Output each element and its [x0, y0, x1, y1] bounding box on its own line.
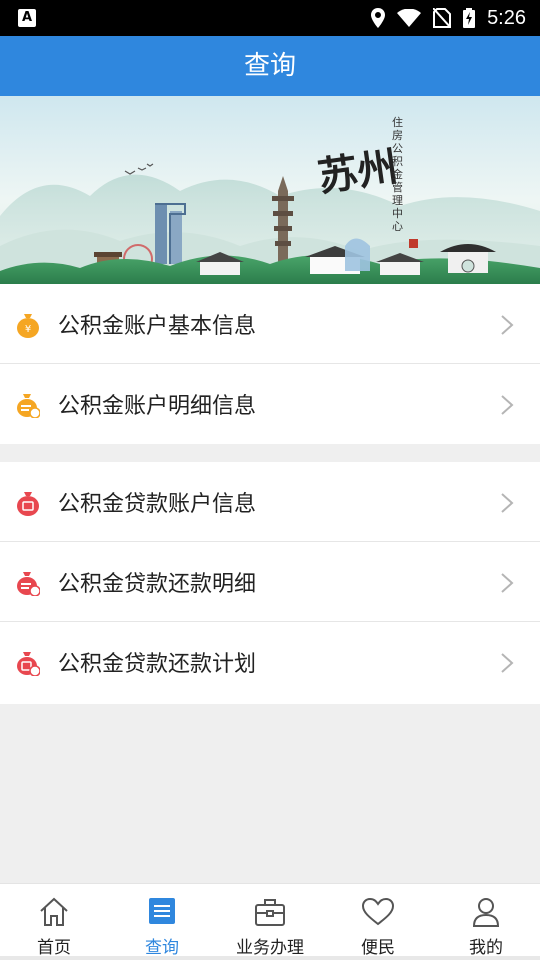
- nav-item-mine[interactable]: 我的: [432, 884, 540, 960]
- briefcase-icon: [255, 899, 285, 926]
- status-icons: 5:26: [371, 0, 526, 36]
- list-item-label: 公积金账户基本信息: [58, 313, 257, 339]
- svg-text:¥: ¥: [25, 324, 31, 335]
- suzhou-skyline-illustration: 苏州: [0, 143, 540, 284]
- coin-bag-detail-icon: [17, 394, 40, 418]
- loan-bag-icon: [17, 492, 39, 516]
- account-info-group: ¥ 公积金账户基本信息 公积金账户明细信息: [0, 284, 540, 444]
- list-item-label: 公积金贷款还款计划: [58, 652, 257, 677]
- heart-icon: [361, 897, 395, 926]
- nav-item-convenience[interactable]: 便民: [324, 884, 432, 960]
- bottom-nav: 首页 查询 业务办理 便民 我的: [0, 883, 540, 960]
- list-item-loan-account-info[interactable]: 公积金贷款账户信息: [0, 462, 540, 542]
- chevron-right-icon: [501, 315, 514, 335]
- list-item-account-basic-info[interactable]: ¥ 公积金账户基本信息: [0, 284, 540, 364]
- banner-org-name: 住房公积金管理中心: [392, 116, 403, 233]
- chevron-right-icon: [501, 395, 514, 415]
- banner-image: 苏州 住房公积金管理中心 印: [0, 96, 540, 284]
- chevron-right-icon: [501, 493, 514, 513]
- list-item-label: 公积金贷款账户信息: [58, 491, 257, 517]
- battery-charging-icon: [463, 8, 476, 28]
- nav-item-home[interactable]: 首页: [0, 884, 108, 960]
- app-notification-icon: A: [18, 9, 36, 27]
- status-bar: A 5:26: [0, 0, 540, 36]
- coin-bag-icon: ¥: [17, 314, 39, 338]
- query-list-icon: [149, 898, 175, 924]
- nav-item-query[interactable]: 查询: [108, 884, 216, 960]
- home-icon: [40, 897, 68, 926]
- loan-repay-detail-icon: [17, 572, 40, 596]
- nav-label: 便民: [361, 938, 395, 958]
- chevron-right-icon: [501, 653, 514, 673]
- nav-label: 首页: [37, 938, 71, 958]
- banner-seal: 印: [409, 239, 418, 248]
- banner-city-text: 苏州: [315, 143, 401, 201]
- list-item-label: 公积金贷款还款明细: [58, 571, 257, 597]
- nav-item-business[interactable]: 业务办理: [216, 884, 324, 960]
- chevron-right-icon: [501, 573, 514, 593]
- page-title: 查询: [0, 36, 540, 96]
- list-item-account-detail-info[interactable]: 公积金账户明细信息: [0, 364, 540, 444]
- no-sim-icon: [433, 8, 452, 28]
- nav-label: 我的: [469, 938, 503, 958]
- list-item-loan-repay-detail[interactable]: 公积金贷款还款明细: [0, 542, 540, 622]
- nav-label: 查询: [145, 938, 179, 958]
- status-time: 5:26: [487, 6, 526, 29]
- user-icon: [472, 898, 500, 927]
- wifi-icon: [397, 9, 422, 27]
- loan-info-group: 公积金贷款账户信息 公积金贷款还款明细 公积金贷款还款计划: [0, 462, 540, 704]
- location-icon: [371, 8, 386, 28]
- loan-repay-plan-icon: [17, 652, 40, 676]
- list-item-loan-repay-plan[interactable]: 公积金贷款还款计划: [0, 622, 540, 702]
- nav-label: 业务办理: [236, 938, 304, 958]
- nav-bottom-strip: [0, 956, 540, 960]
- list-item-label: 公积金账户明细信息: [58, 394, 257, 419]
